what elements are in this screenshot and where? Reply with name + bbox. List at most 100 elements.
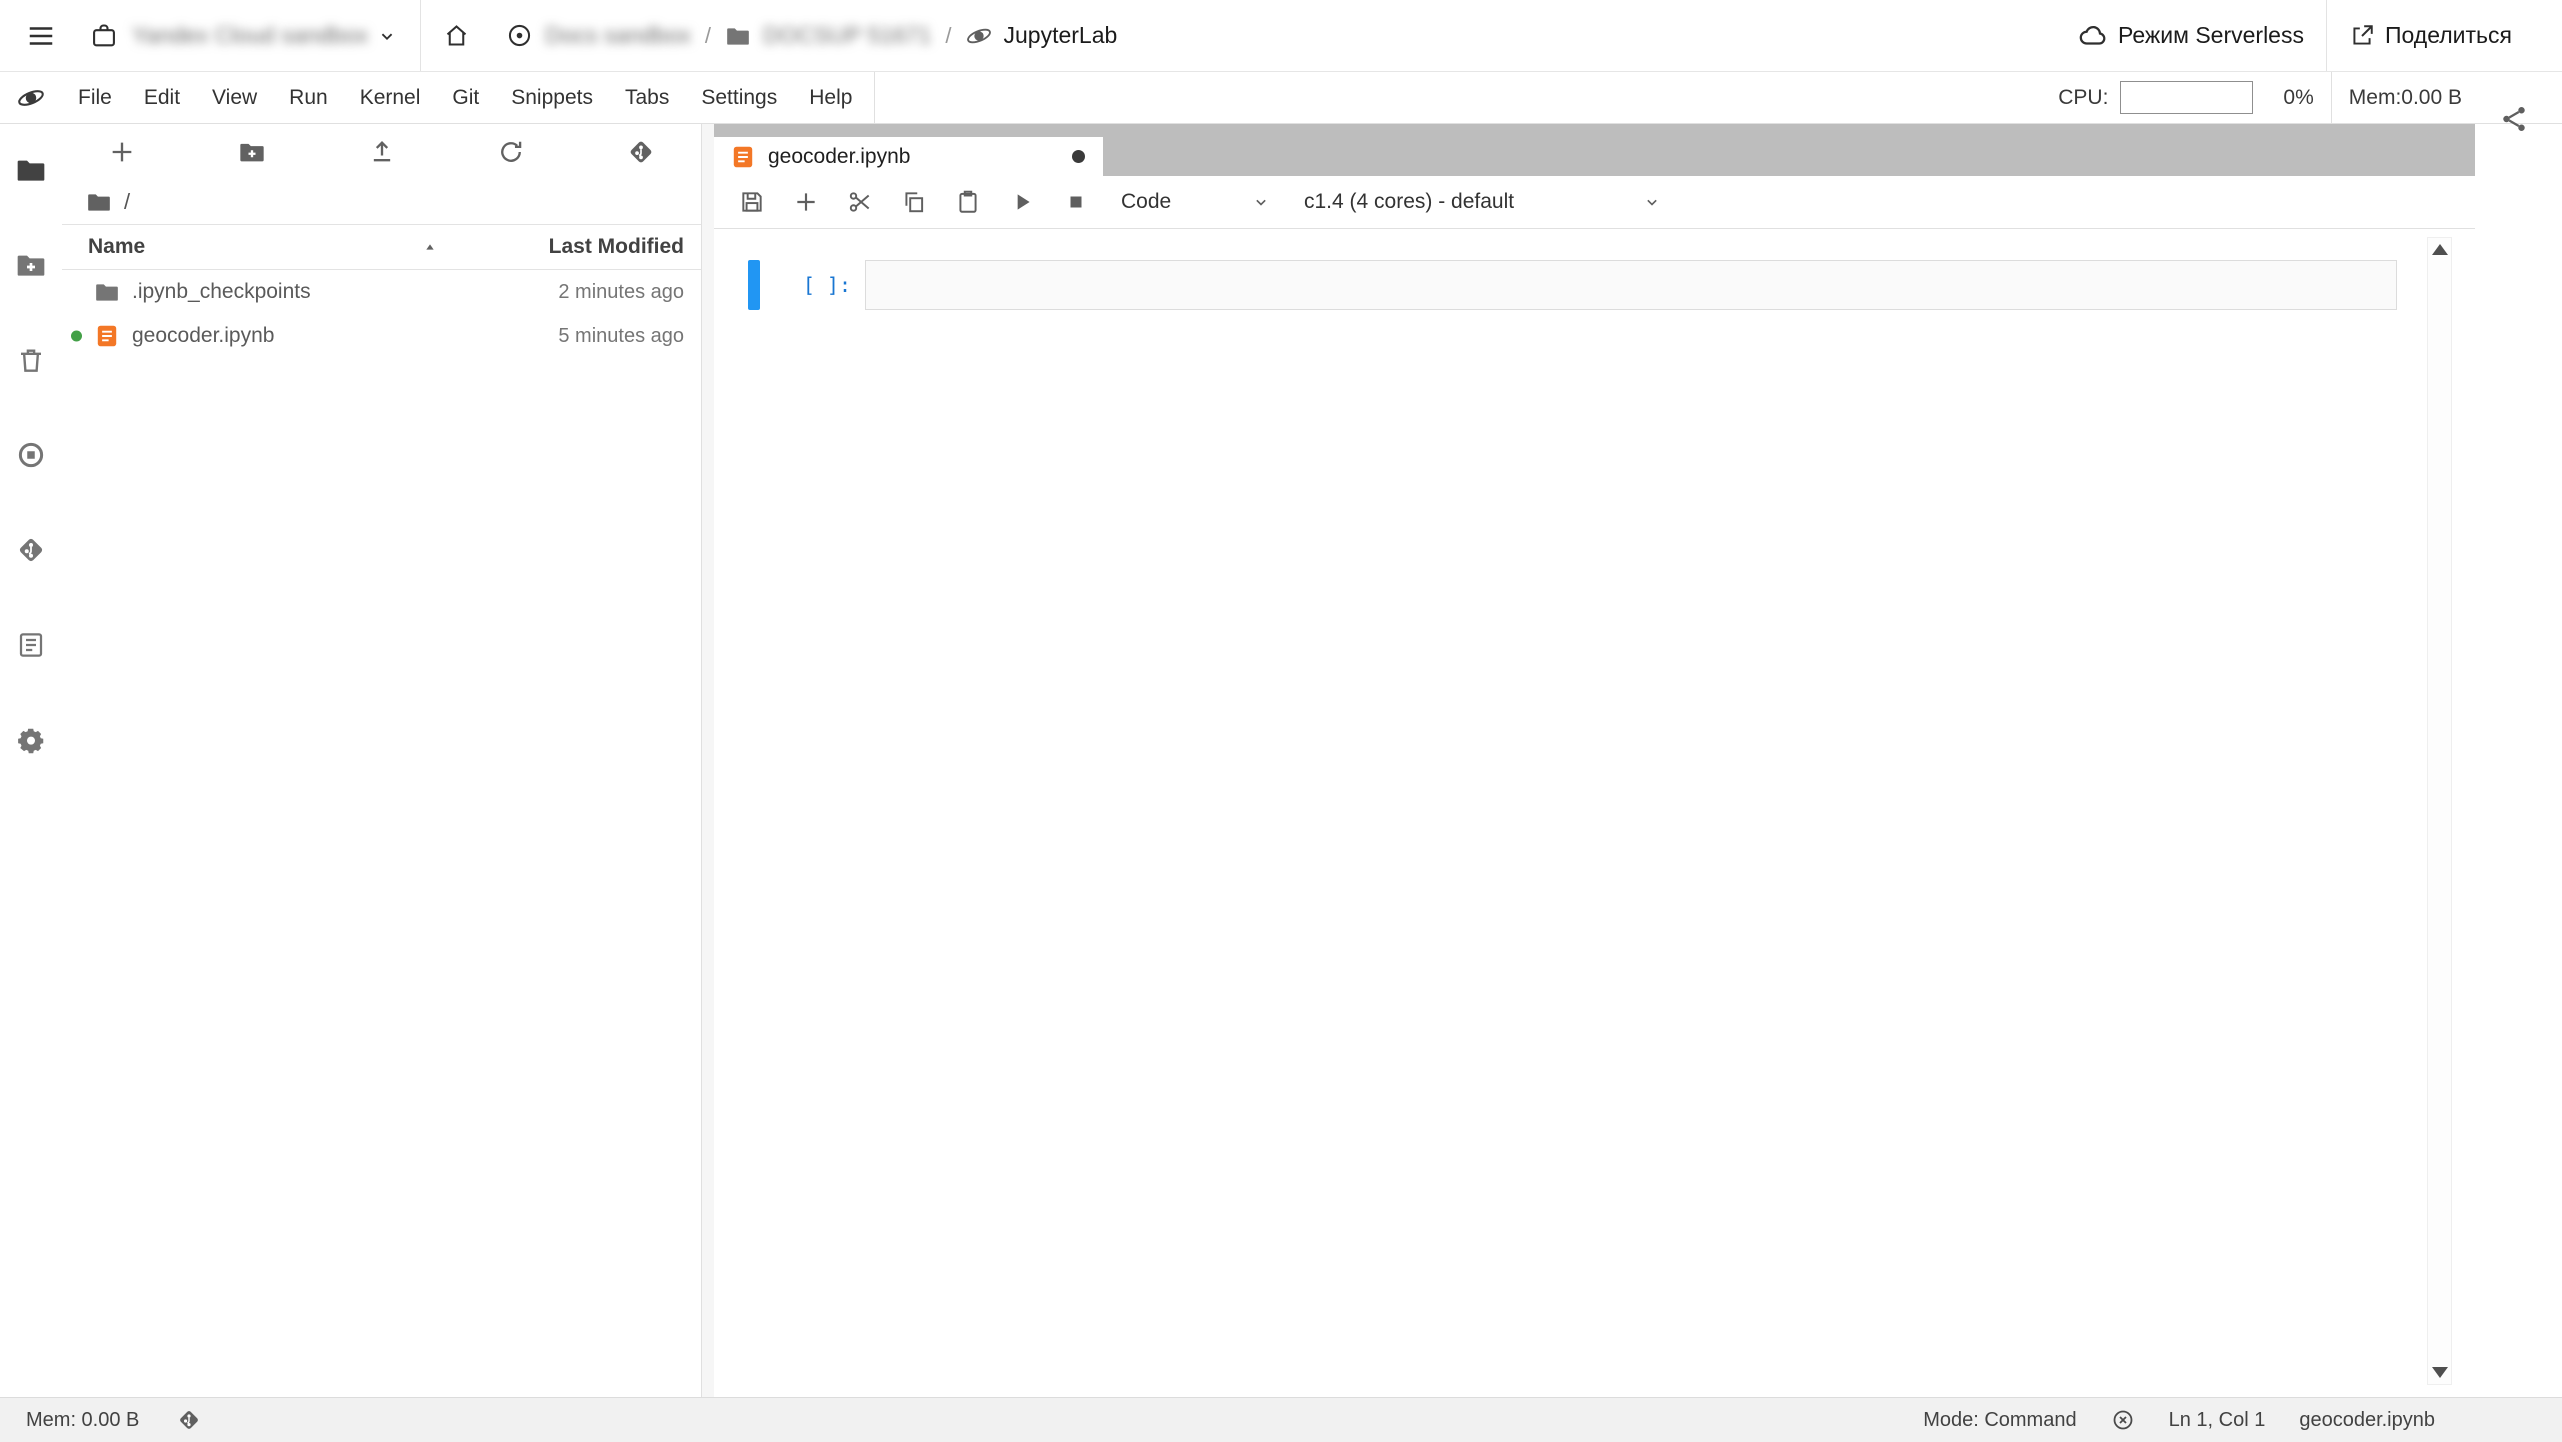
- sort-ascending-icon: [422, 239, 438, 255]
- tab-geocoder-notebook[interactable]: geocoder.ipynb: [714, 137, 1103, 176]
- sort-by-name-header[interactable]: Name: [88, 235, 438, 259]
- panel-splitter[interactable]: [702, 124, 714, 1397]
- project-icon: [506, 22, 533, 49]
- breadcrumb-separator: /: [705, 23, 711, 49]
- menu-view[interactable]: View: [196, 72, 273, 123]
- cursor-position[interactable]: Ln 1, Col 1: [2169, 1409, 2266, 1432]
- file-browser-toolbar: [62, 124, 701, 180]
- cut-cell-button[interactable]: [847, 189, 873, 215]
- cell-collapser[interactable]: [748, 260, 760, 310]
- editor-area: geocoder.ipynb: [714, 124, 2475, 1397]
- new-launcher-button[interactable]: [108, 138, 136, 166]
- cell-input[interactable]: [865, 260, 2397, 310]
- jupyter-menu-logo: [0, 83, 62, 113]
- upload-button[interactable]: [368, 138, 396, 166]
- file-name: .ipynb_checkpoints: [132, 280, 311, 304]
- sidebar-item-running-kernels[interactable]: [13, 432, 49, 478]
- folder-icon: [725, 23, 751, 49]
- jupyter-logo-wrap: [965, 22, 993, 50]
- plus-icon: [108, 138, 136, 166]
- home-button[interactable]: [443, 22, 470, 49]
- serverless-mode-label[interactable]: Режим Serverless: [2118, 22, 2304, 49]
- folder-icon: [15, 154, 47, 186]
- kernel-name: c1.4 (4 cores) - default: [1304, 190, 1514, 214]
- new-folder-button[interactable]: [238, 138, 266, 166]
- notebook-content: [ ]:: [714, 229, 2475, 1397]
- cell-prompt: [ ]:: [760, 260, 865, 310]
- unsaved-changes-dot[interactable]: [1072, 150, 1085, 163]
- share-nodes-button[interactable]: [2499, 104, 2529, 134]
- briefcase-icon: [90, 22, 118, 50]
- file-row-checkpoints[interactable]: .ipynb_checkpoints 2 minutes ago: [62, 270, 701, 314]
- git-branch-wrap: [177, 1408, 201, 1432]
- root-folder-button[interactable]: [86, 189, 112, 215]
- sidebar-item-snippets-list[interactable]: [13, 622, 49, 668]
- copy-cell-button[interactable]: [901, 189, 927, 215]
- menu-snippets[interactable]: Snippets: [495, 72, 609, 123]
- sort-by-modified-header[interactable]: Last Modified: [438, 235, 684, 259]
- menu-help[interactable]: Help: [793, 72, 868, 123]
- serverless-mode-button[interactable]: [2078, 21, 2108, 51]
- chevron-down-icon: [1251, 192, 1271, 212]
- scroll-down-arrow-icon[interactable]: [2432, 1367, 2448, 1378]
- run-cell-button[interactable]: [1009, 189, 1035, 215]
- new-folder-icon: [15, 249, 47, 281]
- tab-label: geocoder.ipynb: [768, 145, 910, 169]
- menubar-divider: [874, 72, 875, 123]
- jupyter-logo-icon: [965, 22, 993, 50]
- save-button[interactable]: [739, 189, 765, 215]
- kernel-select[interactable]: c1.4 (4 cores) - default: [1304, 190, 1662, 214]
- workspace-switcher-button[interactable]: [376, 25, 398, 47]
- share-label[interactable]: Поделиться: [2385, 22, 2512, 49]
- notification-status-wrap[interactable]: [2111, 1408, 2135, 1432]
- sidebar-item-settings[interactable]: [13, 717, 49, 763]
- file-browser-panel: / Name Last Modified .ipynb_checkpoints …: [62, 124, 702, 1397]
- copy-icon: [901, 189, 927, 215]
- plus-icon: [793, 189, 819, 215]
- sidebar-item-new-folder[interactable]: [13, 242, 49, 288]
- sidebar-item-trash[interactable]: [13, 337, 49, 383]
- chevron-down-icon: [376, 25, 398, 47]
- menu-settings[interactable]: Settings: [685, 72, 793, 123]
- scissors-icon: [847, 189, 873, 215]
- modified-column-label: Last Modified: [549, 235, 684, 258]
- breadcrumb-root[interactable]: /: [124, 189, 130, 215]
- project-name[interactable]: Docs sandbox: [545, 22, 691, 49]
- memory-status: Mem: 0.00 B: [26, 1409, 139, 1432]
- share-button[interactable]: [2349, 23, 2375, 49]
- refresh-button[interactable]: [497, 138, 525, 166]
- circle-x-icon: [2111, 1408, 2135, 1432]
- notebook-icon: [94, 323, 120, 349]
- git-open-button[interactable]: [627, 138, 655, 166]
- workspace-name[interactable]: Yandex Cloud sandbox: [132, 22, 368, 49]
- chevron-down-icon: [1642, 192, 1662, 212]
- menu-run[interactable]: Run: [273, 72, 344, 123]
- workspace-icon: [90, 22, 118, 50]
- interrupt-kernel-button[interactable]: [1063, 189, 1089, 215]
- paste-cell-button[interactable]: [955, 189, 981, 215]
- file-name: geocoder.ipynb: [132, 324, 274, 348]
- add-cell-button[interactable]: [793, 189, 819, 215]
- sidebar-item-git[interactable]: [13, 527, 49, 573]
- cell-type-select[interactable]: Code: [1121, 190, 1271, 214]
- refresh-icon: [497, 138, 525, 166]
- jupyter-planet-icon: [16, 83, 46, 113]
- code-cell: [ ]:: [748, 260, 2397, 310]
- file-row-notebook[interactable]: geocoder.ipynb 5 minutes ago: [62, 314, 701, 358]
- notebook-toolbar: Code c1.4 (4 cores) - default: [714, 176, 2475, 229]
- folder-crumb-name[interactable]: DOCSUP 51671: [763, 22, 931, 49]
- menu-kernel[interactable]: Kernel: [344, 72, 437, 123]
- notebook-scrollbar[interactable]: [2427, 237, 2452, 1385]
- list-panel-icon: [16, 630, 46, 660]
- command-mode-indicator[interactable]: Mode: Command: [1923, 1409, 2076, 1432]
- hamburger-menu-button[interactable]: [26, 21, 56, 51]
- menu-edit[interactable]: Edit: [128, 72, 196, 123]
- scroll-up-arrow-icon[interactable]: [2432, 244, 2448, 255]
- menu-tabs[interactable]: Tabs: [609, 72, 685, 123]
- cpu-usage-meter: [2120, 81, 2253, 114]
- file-browser-breadcrumb: /: [62, 180, 701, 224]
- sidebar-item-filebrowser[interactable]: [13, 147, 49, 193]
- git-icon: [627, 138, 655, 166]
- menu-git[interactable]: Git: [436, 72, 495, 123]
- menu-file[interactable]: File: [62, 72, 128, 123]
